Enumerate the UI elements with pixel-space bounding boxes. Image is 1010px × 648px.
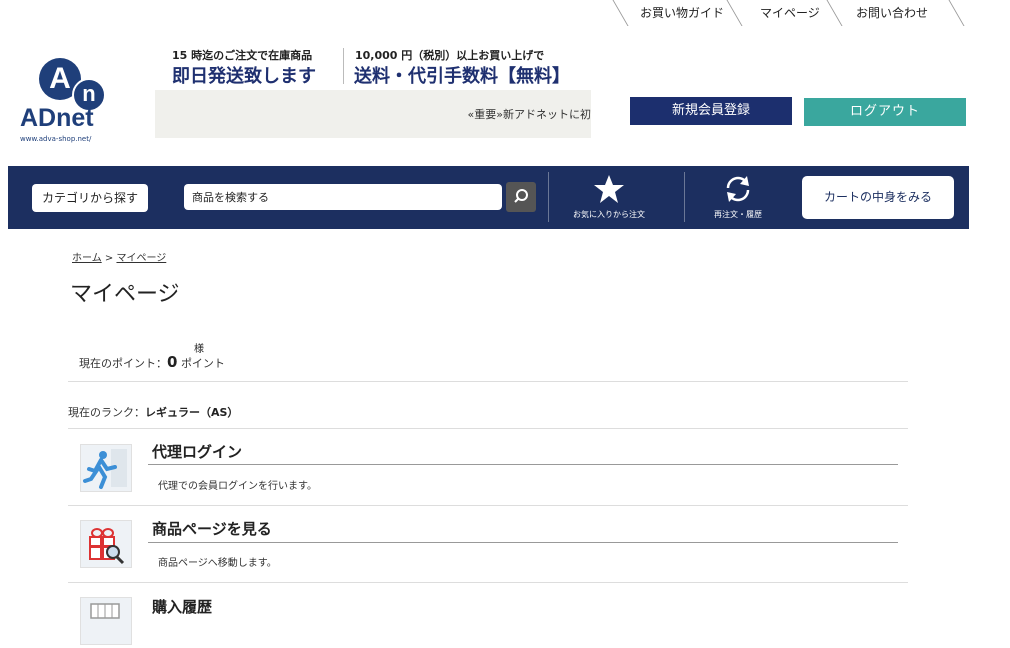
- refresh-icon: [726, 176, 750, 202]
- logo-wordmark: ADnet: [20, 104, 94, 132]
- shopping-guide-link[interactable]: お買い物ガイド: [640, 4, 724, 21]
- search-box[interactable]: [184, 184, 502, 210]
- product-page-desc: 商品ページへ移動します。: [158, 558, 277, 569]
- divider: [68, 505, 908, 506]
- search-icon: [514, 189, 528, 203]
- rank-label: 現在のランク：: [68, 406, 145, 419]
- proxy-login-title[interactable]: 代理ログイン: [152, 441, 242, 462]
- divider: [726, 0, 743, 26]
- points-row: 現在のポイント：0 ポイント: [79, 353, 225, 371]
- star-icon: [594, 175, 624, 203]
- logo-url: www.adva-shop.net/: [20, 135, 92, 143]
- points-value: 0: [167, 353, 178, 371]
- purchase-history-icon-box[interactable]: [80, 597, 132, 645]
- proxy-login-desc: 代理での会員ログインを行います。: [158, 481, 317, 492]
- promo-right-small: 10,000 円（税別）以上お買い上げで: [355, 49, 545, 62]
- reorder-label: 再注文・履歴: [714, 210, 762, 219]
- divider: [68, 428, 908, 429]
- site-logo[interactable]: A n ADnet www.adva-shop.net/: [20, 46, 150, 146]
- breadcrumb-separator: >: [104, 253, 114, 264]
- view-cart-button[interactable]: カートの中身をみる: [802, 176, 954, 219]
- breadcrumb-mypage[interactable]: マイページ: [116, 253, 166, 264]
- search-button[interactable]: [506, 182, 536, 212]
- divider: [148, 464, 898, 465]
- news-text[interactable]: «重要»新アドネットに初: [468, 106, 591, 122]
- gift-magnifier-icon: [89, 528, 125, 565]
- divider: [826, 0, 843, 26]
- promo-divider: [343, 48, 344, 84]
- page-title: マイページ: [70, 282, 180, 307]
- divider: [948, 0, 965, 26]
- promo-left-big: 即日発送致します: [172, 66, 316, 87]
- search-input[interactable]: [184, 184, 500, 210]
- cart-history-icon: [90, 603, 120, 619]
- register-button[interactable]: 新規会員登録: [630, 97, 792, 125]
- points-label: 現在のポイント：: [79, 357, 167, 370]
- rank-row: 現在のランク：レギュラー（AS）: [68, 404, 238, 420]
- category-button[interactable]: カテゴリから探す: [32, 184, 148, 212]
- proxy-login-icon-box[interactable]: [80, 444, 132, 492]
- points-unit: ポイント: [180, 357, 225, 370]
- divider: [148, 542, 898, 543]
- logout-button[interactable]: ログアウト: [804, 98, 966, 126]
- promo-right-big: 送料・代引手数料【無料】: [354, 66, 570, 87]
- product-page-icon-box[interactable]: [80, 520, 132, 568]
- main-nav: カテゴリから探す お気に入りから注文 再注文・履歴 カートの中身をみる: [8, 166, 969, 229]
- news-ticker[interactable]: «重要»新アドネットに初: [155, 90, 591, 138]
- product-page-title[interactable]: 商品ページを見る: [152, 518, 272, 539]
- top-links: お買い物ガイド マイページ お問い合わせ: [612, 0, 965, 26]
- breadcrumb-home[interactable]: ホーム: [72, 253, 102, 264]
- favorites-label: お気に入りから注文: [573, 210, 645, 219]
- purchase-history-title[interactable]: 購入履歴: [152, 596, 212, 617]
- divider: [68, 582, 908, 583]
- divider: [612, 0, 629, 26]
- contact-link[interactable]: お問い合わせ: [856, 4, 928, 21]
- promo-left-small: 15 時迄のご注文で在庫商品: [172, 49, 313, 62]
- mypage-link[interactable]: マイページ: [760, 4, 820, 21]
- breadcrumb: ホーム > マイページ: [72, 249, 166, 264]
- rank-value: レギュラー（AS）: [145, 406, 239, 419]
- divider: [68, 381, 908, 382]
- runner-icon: [83, 449, 127, 489]
- favorites-order-button[interactable]: お気に入りから注文: [549, 174, 669, 220]
- reorder-history-button[interactable]: 再注文・履歴: [678, 174, 798, 220]
